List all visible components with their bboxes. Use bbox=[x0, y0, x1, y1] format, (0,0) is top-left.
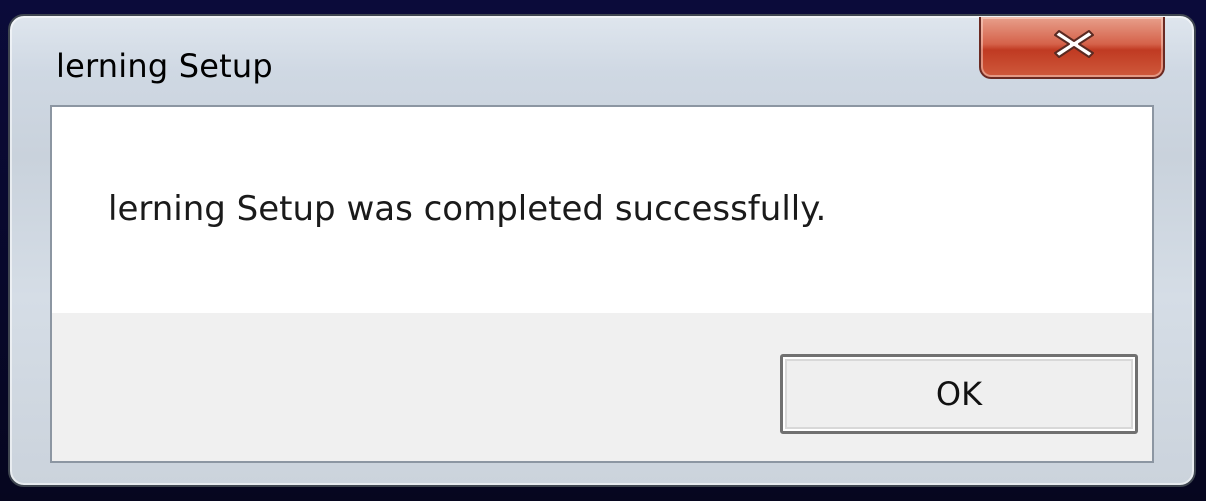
button-panel: OK bbox=[52, 313, 1152, 461]
dialog-title: lerning Setup bbox=[56, 47, 273, 85]
completion-message: lerning Setup was completed successfully… bbox=[108, 189, 827, 229]
close-button[interactable] bbox=[979, 17, 1165, 79]
ok-button[interactable]: OK bbox=[780, 354, 1138, 434]
setup-dialog: lerning Setup lerning Setup was complete… bbox=[8, 14, 1196, 487]
message-panel: lerning Setup was completed successfully… bbox=[52, 107, 1152, 313]
title-bar[interactable]: lerning Setup bbox=[10, 16, 1194, 104]
dialog-content: lerning Setup was completed successfully… bbox=[50, 105, 1154, 463]
close-icon bbox=[1054, 30, 1094, 58]
desktop-background: lerning Setup lerning Setup was complete… bbox=[0, 0, 1206, 501]
